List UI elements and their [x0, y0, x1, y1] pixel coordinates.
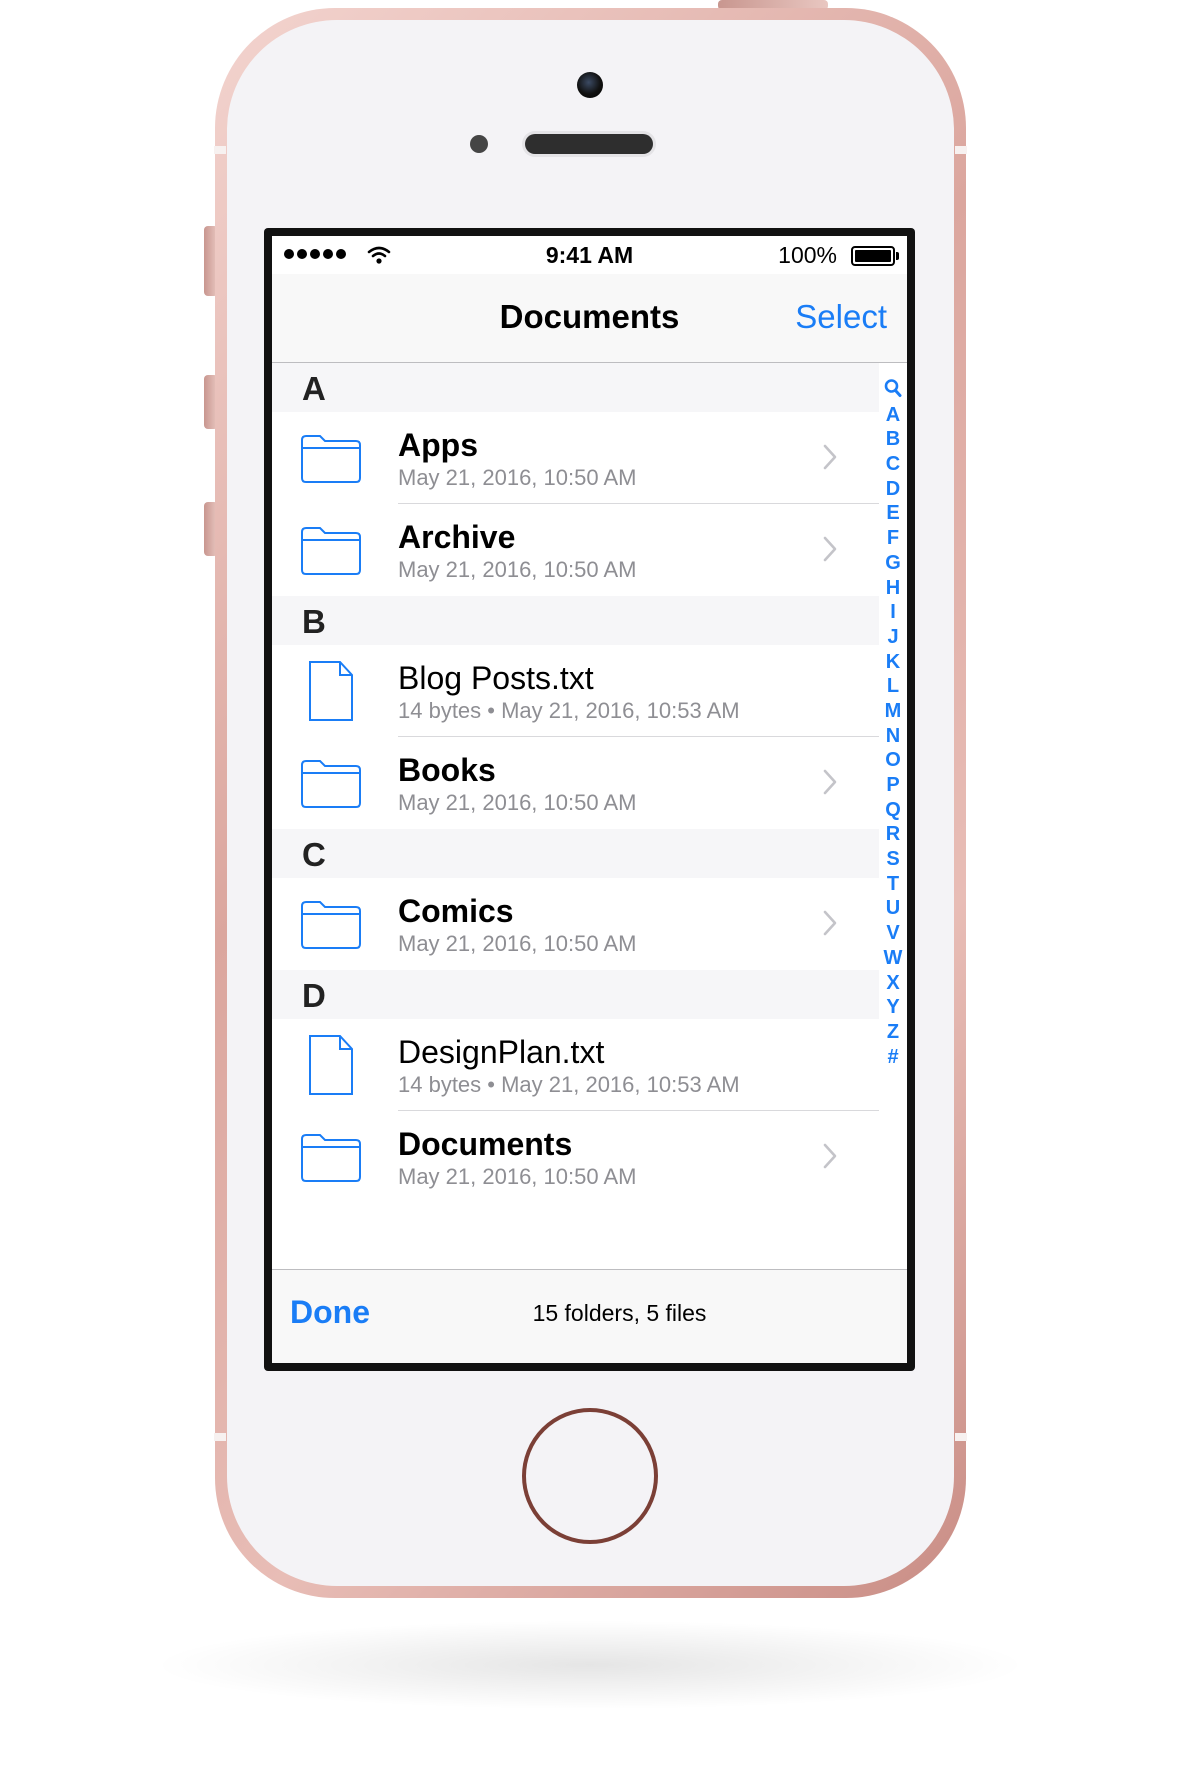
index-letter-r[interactable]: R [886, 822, 900, 847]
index-letter-f[interactable]: F [887, 526, 899, 551]
item-metadata: May 21, 2016, 10:50 AM [398, 790, 637, 815]
folder-row[interactable]: Apps May 21, 2016, 10:50 AM [272, 412, 879, 504]
section-index[interactable]: A B C D E F G H I J K L M N O P Q R S T U V W X Y Z # [879, 378, 907, 1069]
file-list[interactable]: A Apps May 21, 2016, 10:50 AM Archive May 21… [272, 363, 879, 1269]
select-button[interactable]: Select [795, 298, 887, 336]
folder-icon [300, 524, 362, 581]
index-letter-u[interactable]: U [886, 896, 900, 921]
section-letter: B [302, 603, 326, 640]
item-metadata: May 21, 2016, 10:50 AM [398, 465, 637, 490]
index-letter-m[interactable]: M [885, 699, 902, 724]
file-row[interactable]: Blog Posts.txt 14 bytes • May 21, 2016, 1… [272, 645, 879, 737]
home-button[interactable] [522, 1408, 658, 1544]
item-metadata: May 21, 2016, 10:50 AM [398, 557, 637, 582]
chevron-right-icon [823, 444, 837, 475]
index-letter-b[interactable]: B [886, 427, 900, 452]
index-letter-y[interactable]: Y [886, 995, 899, 1020]
battery-cap [896, 252, 899, 260]
status-bar: 9:41 AM 100% [272, 236, 907, 274]
antenna-band [214, 146, 226, 154]
index-letter-c[interactable]: C [886, 452, 900, 477]
folder-icon [300, 1131, 362, 1188]
folder-icon [300, 757, 362, 814]
antenna-band [955, 1433, 967, 1441]
section-letter: C [302, 836, 326, 873]
antenna-band [955, 146, 967, 154]
item-name: Books [398, 752, 496, 788]
index-letter-s[interactable]: S [886, 847, 899, 872]
section-letter: D [302, 977, 326, 1014]
index-letter-q[interactable]: Q [885, 798, 901, 823]
index-letter-k[interactable]: K [886, 650, 900, 675]
front-camera [577, 72, 603, 98]
index-letter-v[interactable]: V [886, 921, 899, 946]
item-name: Blog Posts.txt [398, 660, 594, 696]
index-letter-z[interactable]: Z [887, 1020, 899, 1045]
chevron-right-icon [823, 910, 837, 941]
item-name: Documents [398, 1126, 573, 1162]
battery-percentage: 100% [778, 242, 837, 268]
index-letter-w[interactable]: W [884, 946, 903, 971]
section-header-a: A [272, 363, 879, 412]
item-name: Archive [398, 519, 516, 555]
folder-row[interactable]: Books May 21, 2016, 10:50 AM [272, 737, 879, 829]
index-letter-x[interactable]: X [886, 971, 899, 996]
screen: 9:41 AM 100% Documents Select A Apps May 2… [272, 236, 907, 1363]
document-icon [300, 661, 362, 726]
folder-icon [300, 432, 362, 489]
item-metadata: 14 bytes • May 21, 2016, 10:53 AM [398, 698, 740, 723]
index-letter-j[interactable]: J [887, 625, 898, 650]
index-letter-n[interactable]: N [886, 724, 900, 749]
index-letter-hash[interactable]: # [887, 1045, 898, 1070]
index-letter-i[interactable]: I [890, 600, 896, 625]
index-letter-d[interactable]: D [886, 477, 900, 502]
chevron-right-icon [823, 769, 837, 800]
folder-row[interactable]: Documents May 21, 2016, 10:50 AM [272, 1111, 879, 1203]
item-metadata: May 21, 2016, 10:50 AM [398, 931, 637, 956]
item-metadata: 14 bytes • May 21, 2016, 10:53 AM [398, 1072, 740, 1097]
proximity-sensor [470, 135, 488, 153]
document-icon [300, 1035, 362, 1100]
index-letter-p[interactable]: P [886, 773, 899, 798]
item-name: Comics [398, 893, 514, 929]
item-name: Apps [398, 427, 478, 463]
index-letter-t[interactable]: T [887, 872, 899, 897]
chevron-right-icon [823, 536, 837, 567]
bottom-toolbar: Done 15 folders, 5 files [272, 1269, 907, 1363]
navigation-bar: Documents Select [272, 274, 907, 363]
antenna-band [214, 1433, 226, 1441]
section-header-b: B [272, 596, 879, 645]
index-letter-h[interactable]: H [886, 576, 900, 601]
folder-icon [300, 898, 362, 955]
index-letter-o[interactable]: O [885, 748, 901, 773]
item-name: DesignPlan.txt [398, 1034, 605, 1070]
index-letter-e[interactable]: E [886, 501, 899, 526]
file-row[interactable]: DesignPlan.txt 14 bytes • May 21, 2016, 1… [272, 1019, 879, 1111]
chevron-right-icon [823, 1143, 837, 1174]
section-letter: A [302, 370, 326, 407]
index-letter-l[interactable]: L [887, 674, 899, 699]
earpiece-speaker [525, 134, 653, 154]
item-metadata: May 21, 2016, 10:50 AM [398, 1164, 637, 1189]
folder-row[interactable]: Archive May 21, 2016, 10:50 AM [272, 504, 879, 596]
folder-row[interactable]: Comics May 21, 2016, 10:50 AM [272, 878, 879, 970]
index-search-icon[interactable] [884, 378, 902, 403]
section-header-c: C [272, 829, 879, 878]
index-letter-a[interactable]: A [886, 403, 900, 428]
device-shadow [150, 1620, 1030, 1710]
battery-icon [851, 246, 895, 266]
item-count-summary: 15 folders, 5 files [532, 1300, 707, 1326]
section-header-d: D [272, 970, 879, 1019]
index-letter-g[interactable]: G [885, 551, 901, 576]
